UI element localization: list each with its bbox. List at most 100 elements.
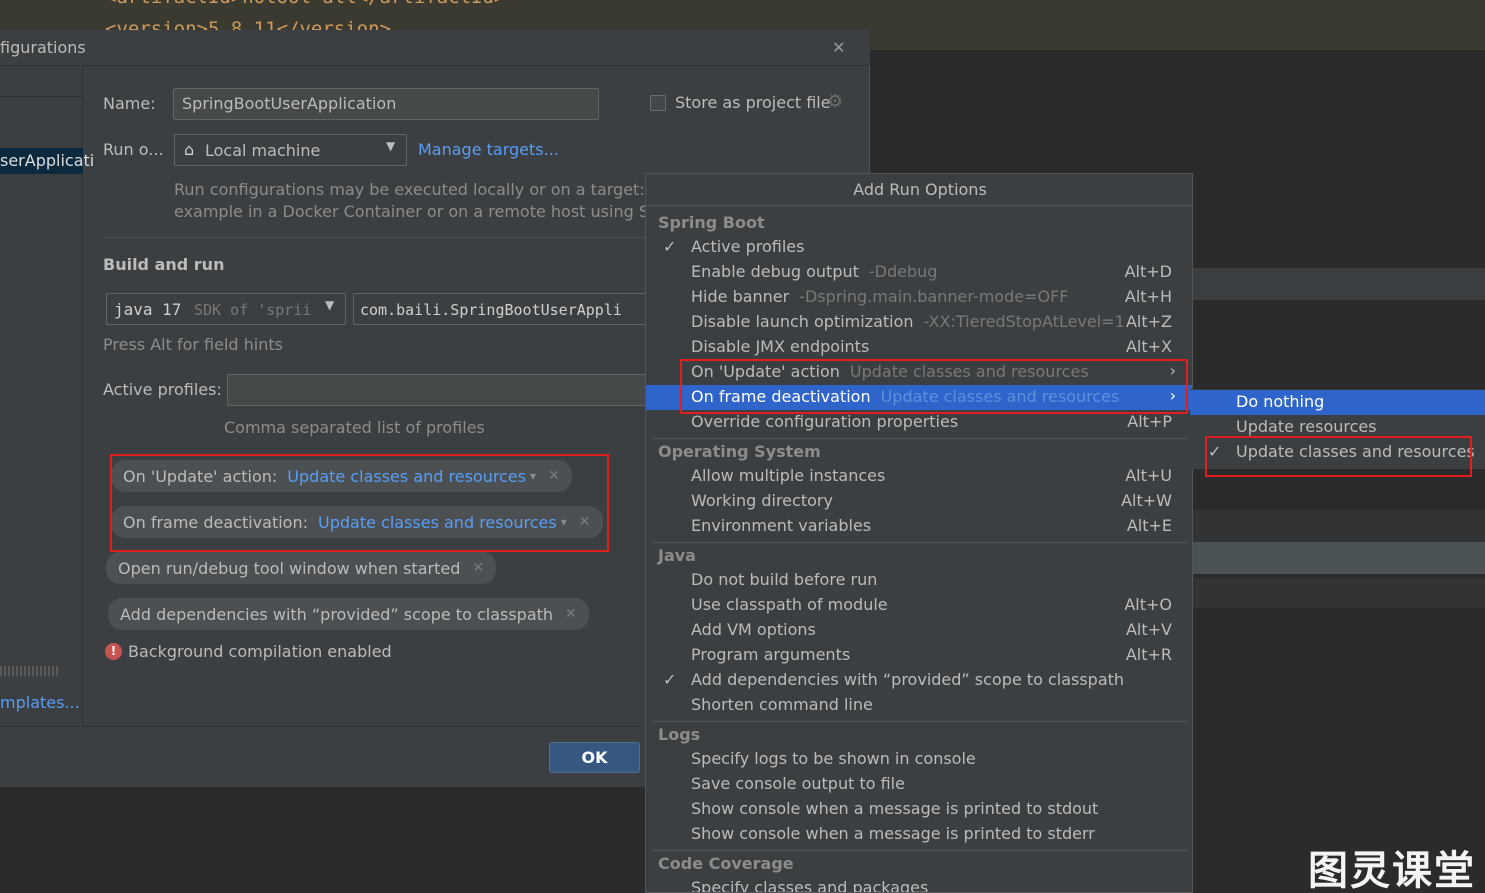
chip-label: Open run/debug tool window when started [118,558,461,578]
menu-item-shortcut: Alt+U [1125,466,1172,485]
menu-item-specify-logs[interactable]: Specify logs to be shown in console [646,747,1192,772]
dropdown-arrow-icon: ▼ [325,298,335,312]
menu-item-show-console-stdout[interactable]: Show console when a message is printed t… [646,797,1192,822]
active-profiles-input[interactable] [227,374,657,406]
menu-item-label: Specify logs to be shown in console [691,749,976,768]
menu-item-label: Hide banner [691,287,790,306]
home-icon: ⌂ [184,140,195,159]
run-on-select[interactable]: ⌂ Local machine ▼ [174,134,407,166]
sidebar-divider [0,96,83,97]
menu-item-jmx[interactable]: Disable JMX endpoints Alt+X [646,335,1192,360]
menu-item-provided-scope[interactable]: ✓ Add dependencies with “provided” scope… [646,668,1192,693]
config-sidebar: serApplicati mplates... [0,66,94,726]
menu-item-launch-optimization[interactable]: Disable launch optimization -XX:TieredSto… [646,310,1192,335]
dialog-title: figurations [0,38,86,57]
menu-item-label: Override configuration properties [691,412,959,431]
menu-item-override-properties[interactable]: Override configuration properties Alt+P [646,410,1192,435]
editor-code-line: <artifactId>hotool-all</artifactId> [105,0,505,8]
remove-icon[interactable]: ✕ [472,560,484,576]
main-class-input[interactable]: com.baili.SpringBootUserAppli [353,293,653,325]
provided-scope-chip[interactable]: Add dependencies with “provided” scope t… [108,598,589,630]
section-divider [103,237,648,238]
menu-item-active-profiles[interactable]: ✓ Active profiles [646,235,1192,260]
menu-item-shorten-command-line[interactable]: Shorten command line [646,693,1192,718]
menu-item-shortcut: Alt+X [1125,337,1172,356]
menu-item-shortcut: Alt+V [1125,620,1172,639]
check-icon: ✓ [663,670,677,689]
menu-item-save-console-output[interactable]: Save console output to file [646,772,1192,797]
menu-item-label: Disable launch optimization [691,312,914,331]
sidebar-item-selected[interactable]: serApplicati [0,148,94,174]
submenu-item-label: Update resources [1236,417,1377,436]
build-run-title: Build and run [103,255,225,274]
menu-item-specify-classes[interactable]: Specify classes and packages [646,876,1192,893]
jdk-select[interactable]: java 17 SDK of 'sprii ▼ [106,293,346,325]
group-operating-system: Operating System [658,442,821,461]
menu-item-label: Program arguments [691,645,851,664]
dialog-title-bar: figurations ✕ [0,30,870,66]
menu-item-label: Save console output to file [691,774,905,793]
gear-icon[interactable]: ⚙ [827,91,843,112]
menu-item-label: Show console when a message is printed t… [691,824,1095,843]
chip-label: Add dependencies with “provided” scope t… [120,604,554,624]
menu-item-do-not-build[interactable]: Do not build before run [646,568,1192,593]
ok-button[interactable]: OK [549,742,640,773]
check-icon: ✓ [663,237,677,256]
menu-item-shortcut: Alt+E [1126,516,1172,535]
menu-item-label: Enable debug output [691,262,859,281]
menu-item-shortcut: Alt+W [1121,491,1172,510]
submenu-item-do-nothing[interactable]: Do nothing [1190,390,1485,415]
menu-item-debug-output[interactable]: Enable debug output -Ddebug Alt+D [646,260,1192,285]
menu-item-program-arguments[interactable]: Program arguments Alt+R [646,643,1192,668]
run-on-hint: example in a Docker Container or on a re… [174,202,676,221]
group-java: Java [658,546,696,565]
menu-item-show-console-stderr[interactable]: Show console when a message is printed t… [646,822,1192,847]
highlight-box [1205,436,1472,477]
menu-item-shortcut: Alt+H [1124,287,1172,306]
run-on-value: Local machine [205,141,321,160]
menu-item-multiple-instances[interactable]: Allow multiple instances Alt+U [646,464,1192,489]
jdk-hint: SDK of 'sprii [194,301,312,319]
menu-item-shortcut: Alt+Z [1125,312,1172,331]
name-input[interactable]: SpringBootUserApplication [173,88,599,120]
menu-item-label: Specify classes and packages [691,878,929,893]
menu-item-label: Add VM options [691,620,816,639]
jdk-value: java 17 [114,300,182,319]
watermark: 图灵课堂 [1308,848,1476,893]
highlight-box [110,454,609,552]
menu-item-shortcut: Alt+P [1127,412,1172,431]
menu-item-label: Active profiles [691,237,805,256]
group-logs: Logs [658,725,701,744]
open-tool-window-chip[interactable]: Open run/debug tool window when started … [106,552,497,584]
menu-separator [652,721,1188,722]
profiles-hint: Comma separated list of profiles [224,418,485,437]
menu-item-working-directory[interactable]: Working directory Alt+W [646,489,1192,514]
menu-separator [652,850,1188,851]
close-icon[interactable]: ✕ [832,38,845,57]
menu-item-classpath-module[interactable]: Use classpath of module Alt+O [646,593,1192,618]
sidebar-scrollbar[interactable] [0,666,60,676]
group-code-coverage: Code Coverage [658,854,794,873]
group-spring-boot: Spring Boot [658,213,765,232]
sidebar-item-label: serApplicati [0,151,95,170]
menu-item-label: Do not build before run [691,570,878,589]
menu-item-environment-variables[interactable]: Environment variables Alt+E [646,514,1192,539]
popup-title: Add Run Options [646,174,1192,206]
menu-item-label: Show console when a message is printed t… [691,799,1099,818]
highlight-box [680,359,1188,414]
menu-item-shortcut: Alt+R [1125,645,1172,664]
menu-item-label: Allow multiple instances [691,466,886,485]
store-project-checkbox[interactable] [650,95,666,111]
menu-separator [652,438,1188,439]
main-class-value: com.baili.SpringBootUserAppli [360,301,622,319]
remove-icon[interactable]: ✕ [565,606,577,622]
manage-targets-link[interactable]: Manage targets... [418,140,559,159]
menu-item-vm-options[interactable]: Add VM options Alt+V [646,618,1192,643]
menu-item-hide-banner[interactable]: Hide banner -Dspring.main.banner-mode=OFF… [646,285,1192,310]
edit-templates-link[interactable]: mplates... [0,693,80,712]
menu-item-shortcut: Alt+D [1124,262,1172,281]
store-project-label: Store as project file [675,93,831,112]
run-on-label: Run o... [103,140,164,159]
field-hints-text: Press Alt for field hints [103,335,283,354]
add-run-options-popup: Add Run Options Spring Boot ✓ Active pro… [645,173,1193,893]
